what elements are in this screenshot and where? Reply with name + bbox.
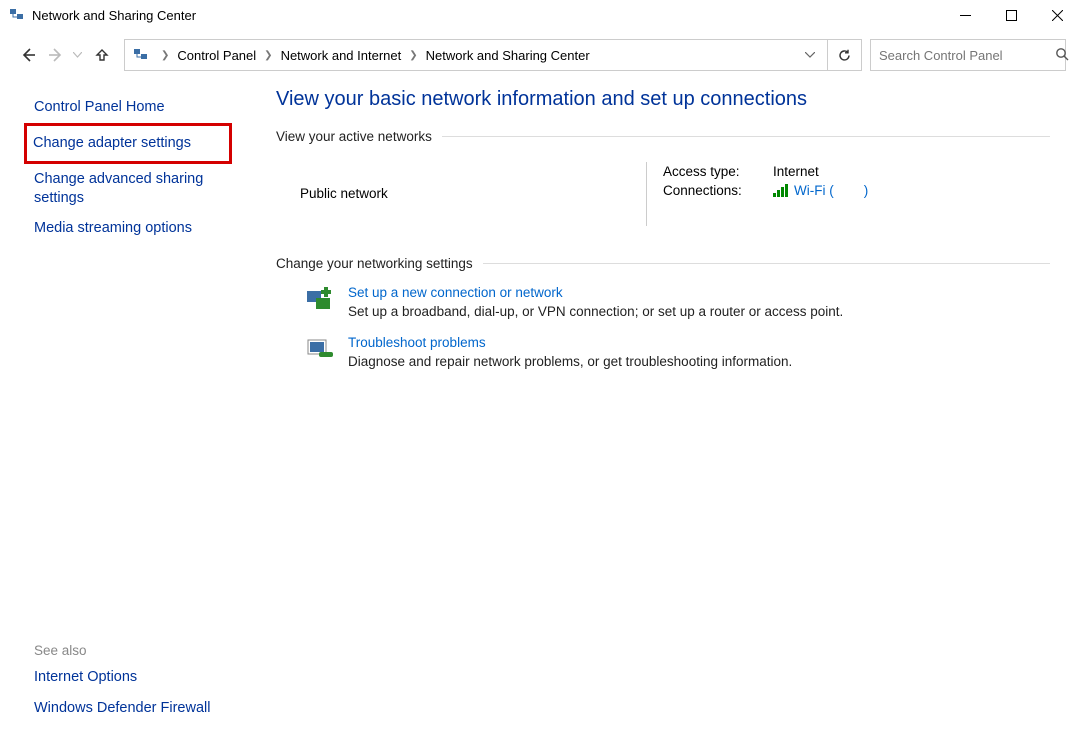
sidebar-item-change-advanced-sharing[interactable]: Change advanced sharing settings bbox=[34, 164, 224, 214]
content-area: Control Panel Home Change adapter settin… bbox=[0, 74, 1080, 742]
search-input[interactable] bbox=[879, 48, 1055, 63]
sidebar-item-label: Media streaming options bbox=[34, 220, 192, 236]
close-button[interactable] bbox=[1034, 0, 1080, 30]
sidebar-item-label: Change adapter settings bbox=[33, 135, 191, 151]
page-heading: View your basic network information and … bbox=[276, 88, 1050, 111]
connection-link[interactable]: Wi-Fi ( ) bbox=[794, 183, 868, 198]
wifi-signal-icon bbox=[773, 184, 788, 197]
main-panel: View your basic network information and … bbox=[240, 74, 1080, 742]
up-button[interactable] bbox=[88, 41, 116, 69]
network-details: Access type: Internet Connections: Wi-Fi… bbox=[663, 162, 868, 226]
breadcrumb-network-internet[interactable]: Network and Internet bbox=[279, 48, 404, 63]
divider bbox=[483, 263, 1050, 264]
minimize-button[interactable] bbox=[942, 0, 988, 30]
chevron-right-icon[interactable]: ❯ bbox=[155, 50, 175, 61]
setting-desc: Diagnose and repair network problems, or… bbox=[348, 354, 792, 369]
navigation-bar: ❯ Control Panel ❯ Network and Internet ❯… bbox=[0, 36, 1080, 74]
network-type: Public network bbox=[276, 162, 646, 226]
breadcrumb-control-panel[interactable]: Control Panel bbox=[175, 48, 258, 63]
divider bbox=[442, 136, 1050, 137]
search-icon[interactable] bbox=[1055, 47, 1069, 64]
setting-title: Set up a new connection or network bbox=[348, 285, 843, 300]
see-also-heading: See also bbox=[34, 637, 224, 662]
access-type-value: Internet bbox=[773, 164, 819, 179]
vertical-divider bbox=[646, 162, 647, 226]
section-label: View your active networks bbox=[276, 129, 432, 144]
address-history-dropdown[interactable] bbox=[799, 49, 821, 61]
refresh-button[interactable] bbox=[828, 39, 862, 71]
sidebar: Control Panel Home Change adapter settin… bbox=[0, 74, 240, 742]
chevron-right-icon[interactable]: ❯ bbox=[258, 50, 278, 61]
window-controls bbox=[942, 0, 1080, 30]
sidebar-item-label: Windows Defender Firewall bbox=[34, 700, 210, 716]
network-sharing-icon bbox=[8, 6, 26, 24]
maximize-button[interactable] bbox=[988, 0, 1034, 30]
network-sharing-icon bbox=[131, 45, 151, 65]
section-label: Change your networking settings bbox=[276, 256, 473, 271]
search-box[interactable] bbox=[870, 39, 1066, 71]
setting-title: Troubleshoot problems bbox=[348, 335, 792, 350]
setting-new-connection[interactable]: Set up a new connection or network Set u… bbox=[304, 285, 1050, 319]
sidebar-item-change-adapter-settings[interactable]: Change adapter settings bbox=[24, 123, 232, 164]
sidebar-item-label: Change advanced sharing settings bbox=[34, 171, 203, 206]
connections-label: Connections: bbox=[663, 183, 773, 198]
titlebar: Network and Sharing Center bbox=[0, 0, 1080, 30]
breadcrumb-network-sharing[interactable]: Network and Sharing Center bbox=[424, 48, 592, 63]
chevron-right-icon[interactable]: ❯ bbox=[403, 50, 423, 61]
back-button[interactable] bbox=[14, 41, 42, 69]
sidebar-item-label: Internet Options bbox=[34, 669, 137, 685]
new-connection-icon bbox=[304, 285, 336, 317]
sidebar-item-media-streaming[interactable]: Media streaming options bbox=[34, 213, 224, 244]
address-bar[interactable]: ❯ Control Panel ❯ Network and Internet ❯… bbox=[124, 39, 828, 71]
access-type-label: Access type: bbox=[663, 164, 773, 179]
recent-dropdown-icon[interactable] bbox=[70, 41, 84, 69]
active-networks-section-header: View your active networks bbox=[276, 129, 1050, 144]
see-also-internet-options[interactable]: Internet Options bbox=[34, 662, 224, 693]
see-also-defender-firewall[interactable]: Windows Defender Firewall bbox=[34, 693, 224, 724]
window-title: Network and Sharing Center bbox=[32, 8, 942, 23]
active-network-block: Public network Access type: Internet Con… bbox=[276, 162, 1050, 226]
change-settings-section-header: Change your networking settings bbox=[276, 256, 1050, 271]
sidebar-item-label: Control Panel Home bbox=[34, 99, 165, 115]
troubleshoot-icon bbox=[304, 335, 336, 367]
forward-button[interactable] bbox=[42, 41, 70, 69]
sidebar-item-control-panel-home[interactable]: Control Panel Home bbox=[34, 92, 224, 123]
setting-troubleshoot[interactable]: Troubleshoot problems Diagnose and repai… bbox=[304, 335, 1050, 369]
setting-desc: Set up a broadband, dial-up, or VPN conn… bbox=[348, 304, 843, 319]
